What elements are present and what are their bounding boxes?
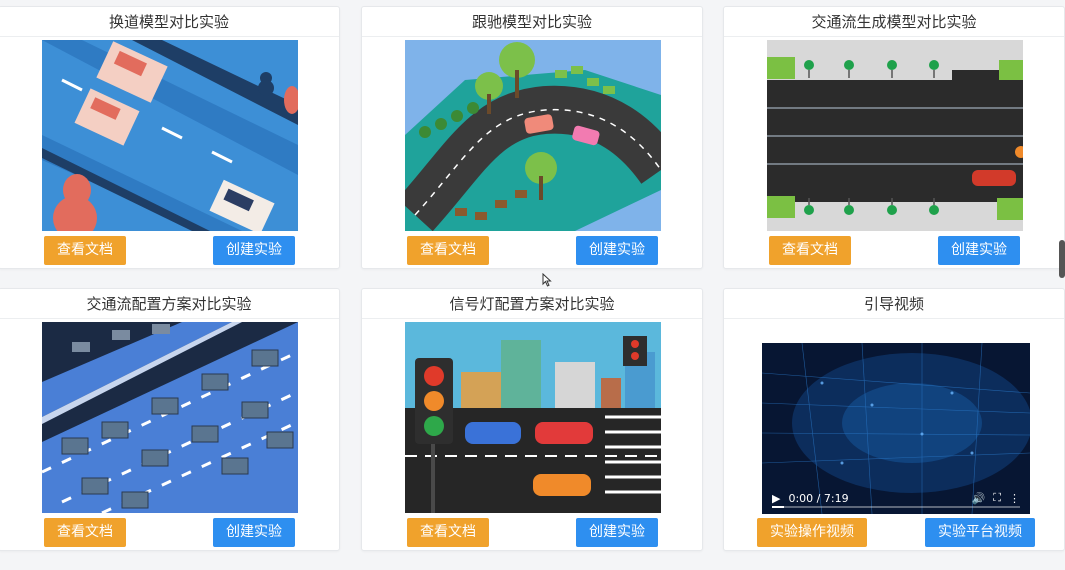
scrollbar-handle[interactable]	[1059, 240, 1065, 278]
traffic-config-image	[42, 322, 298, 513]
create-experiment-button[interactable]: 创建实验	[576, 236, 658, 265]
card-traffic-config: 交通流配置方案对比实验 查看文档 创建实验	[0, 288, 340, 551]
mouse-cursor-icon	[542, 273, 552, 287]
create-experiment-button[interactable]: 创建实验	[213, 236, 295, 265]
lane-change-image	[42, 40, 298, 231]
view-docs-button[interactable]: 查看文档	[407, 236, 489, 265]
card-title: 交通流配置方案对比实验	[0, 289, 339, 319]
traffic-generation-image	[767, 40, 1023, 231]
card-lane-change: 换道模型对比实验 查看文档 创建实验	[0, 6, 340, 269]
view-docs-button[interactable]: 查看文档	[44, 518, 126, 547]
view-docs-button[interactable]: 查看文档	[407, 518, 489, 547]
create-experiment-button[interactable]: 创建实验	[213, 518, 295, 547]
card-signal-config: 信号灯配置方案对比实验 查看文档 创建实验	[361, 288, 703, 551]
car-following-image	[405, 40, 661, 231]
create-experiment-button[interactable]: 创建实验	[576, 518, 658, 547]
video-controls: ▶ 0:00 / 7:19 🔊 ⛶ ⋮	[762, 482, 1030, 514]
card-guide-video: 引导视频 ▶ 0:00 / 7:19 🔊 ⛶ ⋮ 实验操作视频 实验平台视频	[723, 288, 1065, 551]
fullscreen-icon[interactable]: ⛶	[993, 491, 1001, 505]
operation-video-button[interactable]: 实验操作视频	[757, 518, 867, 547]
experiment-grid: 换道模型对比实验 查看文档 创建实验 跟驰模型对比实验 查看文档 创建实验 交通…	[0, 0, 1065, 570]
create-experiment-button[interactable]: 创建实验	[938, 236, 1020, 265]
card-car-following: 跟驰模型对比实验 查看文档 创建实验	[361, 6, 703, 269]
card-traffic-generation: 交通流生成模型对比实验 查看文档 创建实验	[723, 6, 1065, 269]
signal-config-image	[405, 322, 661, 513]
more-options-icon[interactable]: ⋮	[1009, 492, 1020, 505]
video-progress-bar[interactable]	[772, 506, 1020, 508]
volume-icon[interactable]: 🔊	[972, 492, 986, 505]
view-docs-button[interactable]: 查看文档	[769, 236, 851, 265]
card-title: 跟驰模型对比实验	[362, 7, 702, 37]
video-progress-fill	[772, 506, 785, 508]
card-title: 交通流生成模型对比实验	[724, 7, 1064, 37]
platform-video-button[interactable]: 实验平台视频	[925, 518, 1035, 547]
video-time: 0:00 / 7:19	[788, 491, 849, 505]
view-docs-button[interactable]: 查看文档	[44, 236, 126, 265]
card-title: 换道模型对比实验	[0, 7, 339, 37]
card-title: 信号灯配置方案对比实验	[362, 289, 702, 319]
play-icon[interactable]: ▶	[772, 492, 780, 505]
card-title: 引导视频	[724, 289, 1064, 319]
guide-video-player[interactable]: ▶ 0:00 / 7:19 🔊 ⛶ ⋮	[762, 343, 1030, 514]
